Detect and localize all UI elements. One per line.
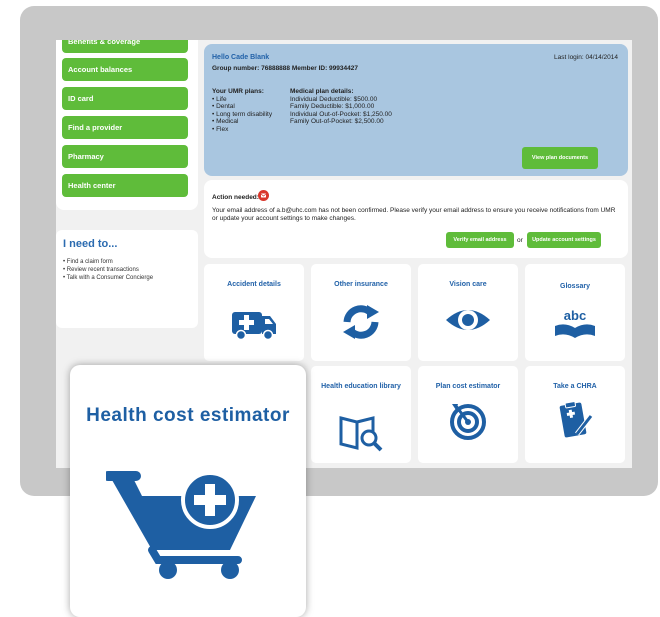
tile-accident-details[interactable]: Accident details [204,264,304,361]
tile-label: Vision care [449,281,487,288]
book-magnifier-icon [339,416,383,452]
view-plan-documents-button[interactable]: View plan documents [522,147,598,169]
group-member-id: Group number: 76888888 Member ID: 999344… [212,65,358,72]
tile-glossary[interactable]: Glossary abc [525,264,625,361]
target-icon [450,404,486,440]
tile-vision-care[interactable]: Vision care [418,264,518,361]
tile-label: Accident details [227,281,281,288]
alert-icon [258,190,269,201]
action-needed-label: Action needed: [212,194,259,201]
tile-other-insurance[interactable]: Other insurance [311,264,411,361]
i-need-to-title: I need to... [63,238,118,250]
update-account-settings-button[interactable]: Update account settings [527,232,601,248]
health-cost-estimator-callout[interactable]: Health cost estimator [70,365,306,617]
tile-label: Health education library [321,383,401,390]
nav-pharmacy[interactable]: Pharmacy [62,145,188,168]
nav-id-card[interactable]: ID card [62,87,188,110]
eye-icon [446,310,490,330]
callout-title: Health cost estimator [86,405,290,426]
tile-take-a-chra[interactable]: Take a CHRA [525,366,625,463]
ambulance-icon [232,312,276,341]
clipboard-icon [559,401,593,438]
tile-plan-cost-estimator[interactable]: Plan cost estimator [418,366,518,463]
sidebar-nav: Benefits & coverage Account balances ID … [56,40,198,210]
need-item-claim-form[interactable]: • Find a claim form [63,258,153,266]
account-info-panel: Hello Cade Blank Last login: 04/14/2014 … [204,44,628,176]
refresh-arrows-icon [343,305,379,339]
cart-plus-icon [106,471,256,579]
tile-label: Plan cost estimator [435,383,501,390]
open-book-icon [555,324,595,338]
tile-label: Other insurance [334,281,388,288]
tile-label: Glossary [560,283,590,290]
tile-health-education-library[interactable]: Health education library [311,366,411,463]
verify-email-button[interactable]: Verify email address [446,232,514,248]
nav-find-provider[interactable]: Find a provider [62,116,188,139]
nav-health-center[interactable]: Health center [62,174,188,197]
nav-benefits-coverage[interactable]: Benefits & coverage [62,40,188,53]
tile-label: Take a CHRA [553,383,597,390]
i-need-to-list: • Find a claim form • Review recent tran… [63,258,153,282]
greeting: Hello Cade Blank [212,54,270,61]
umr-plans: Your UMR plans: • Life • Dental • Long t… [212,88,273,133]
need-item-concierge[interactable]: • Talk with a Consumer Concierge [63,274,153,282]
or-text: or [517,237,523,244]
email-confirm-message: Your email address of a.b@uhc.com has no… [212,207,616,222]
need-item-transactions[interactable]: • Review recent transactions [63,266,153,274]
i-need-to-panel: I need to... • Find a claim form • Revie… [56,230,198,328]
last-login: Last login: 04/14/2014 [554,54,618,61]
nav-account-balances[interactable]: Account balances [62,58,188,81]
action-needed-panel: Action needed: Your email address of a.b… [204,180,628,258]
medical-plan-details: Medical plan details: Individual Deducti… [290,88,392,125]
